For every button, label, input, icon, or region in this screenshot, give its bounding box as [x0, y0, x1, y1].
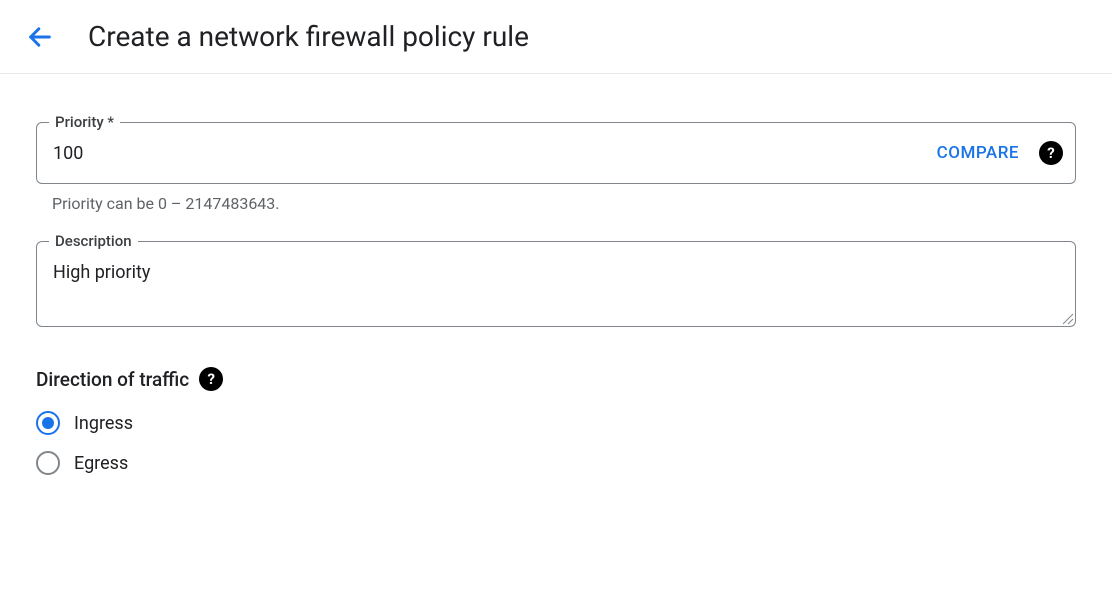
direction-section-label: Direction of traffic ? — [36, 367, 1076, 391]
description-field-wrap: Description — [36, 241, 1076, 327]
radio-label: Egress — [74, 453, 128, 474]
description-field: Description — [36, 241, 1076, 327]
priority-helper-text: Priority can be 0 – 2147483643. — [52, 194, 1076, 213]
priority-field-wrap: Priority * COMPARE ? — [36, 122, 1076, 184]
page-header: Create a network firewall policy rule — [0, 0, 1112, 74]
priority-input[interactable] — [53, 143, 917, 164]
priority-label: Priority * — [49, 113, 120, 131]
radio-circle-icon — [36, 411, 60, 435]
form-content: Priority * COMPARE ? Priority can be 0 –… — [0, 74, 1112, 499]
page-title: Create a network firewall policy rule — [88, 20, 529, 53]
description-input[interactable] — [53, 260, 1059, 308]
priority-field: Priority * COMPARE ? — [36, 122, 1076, 184]
compare-button[interactable]: COMPARE — [917, 143, 1039, 163]
direction-label-text: Direction of traffic — [36, 368, 189, 391]
radio-egress[interactable]: Egress — [36, 451, 1076, 475]
help-icon[interactable]: ? — [1039, 141, 1063, 165]
radio-ingress[interactable]: Ingress — [36, 411, 1076, 435]
arrow-left-icon — [26, 23, 54, 51]
direction-radio-group: Ingress Egress — [36, 411, 1076, 475]
radio-label: Ingress — [74, 413, 133, 434]
help-icon[interactable]: ? — [199, 367, 223, 391]
back-button[interactable] — [24, 21, 56, 53]
radio-circle-icon — [36, 451, 60, 475]
description-label: Description — [49, 232, 138, 250]
